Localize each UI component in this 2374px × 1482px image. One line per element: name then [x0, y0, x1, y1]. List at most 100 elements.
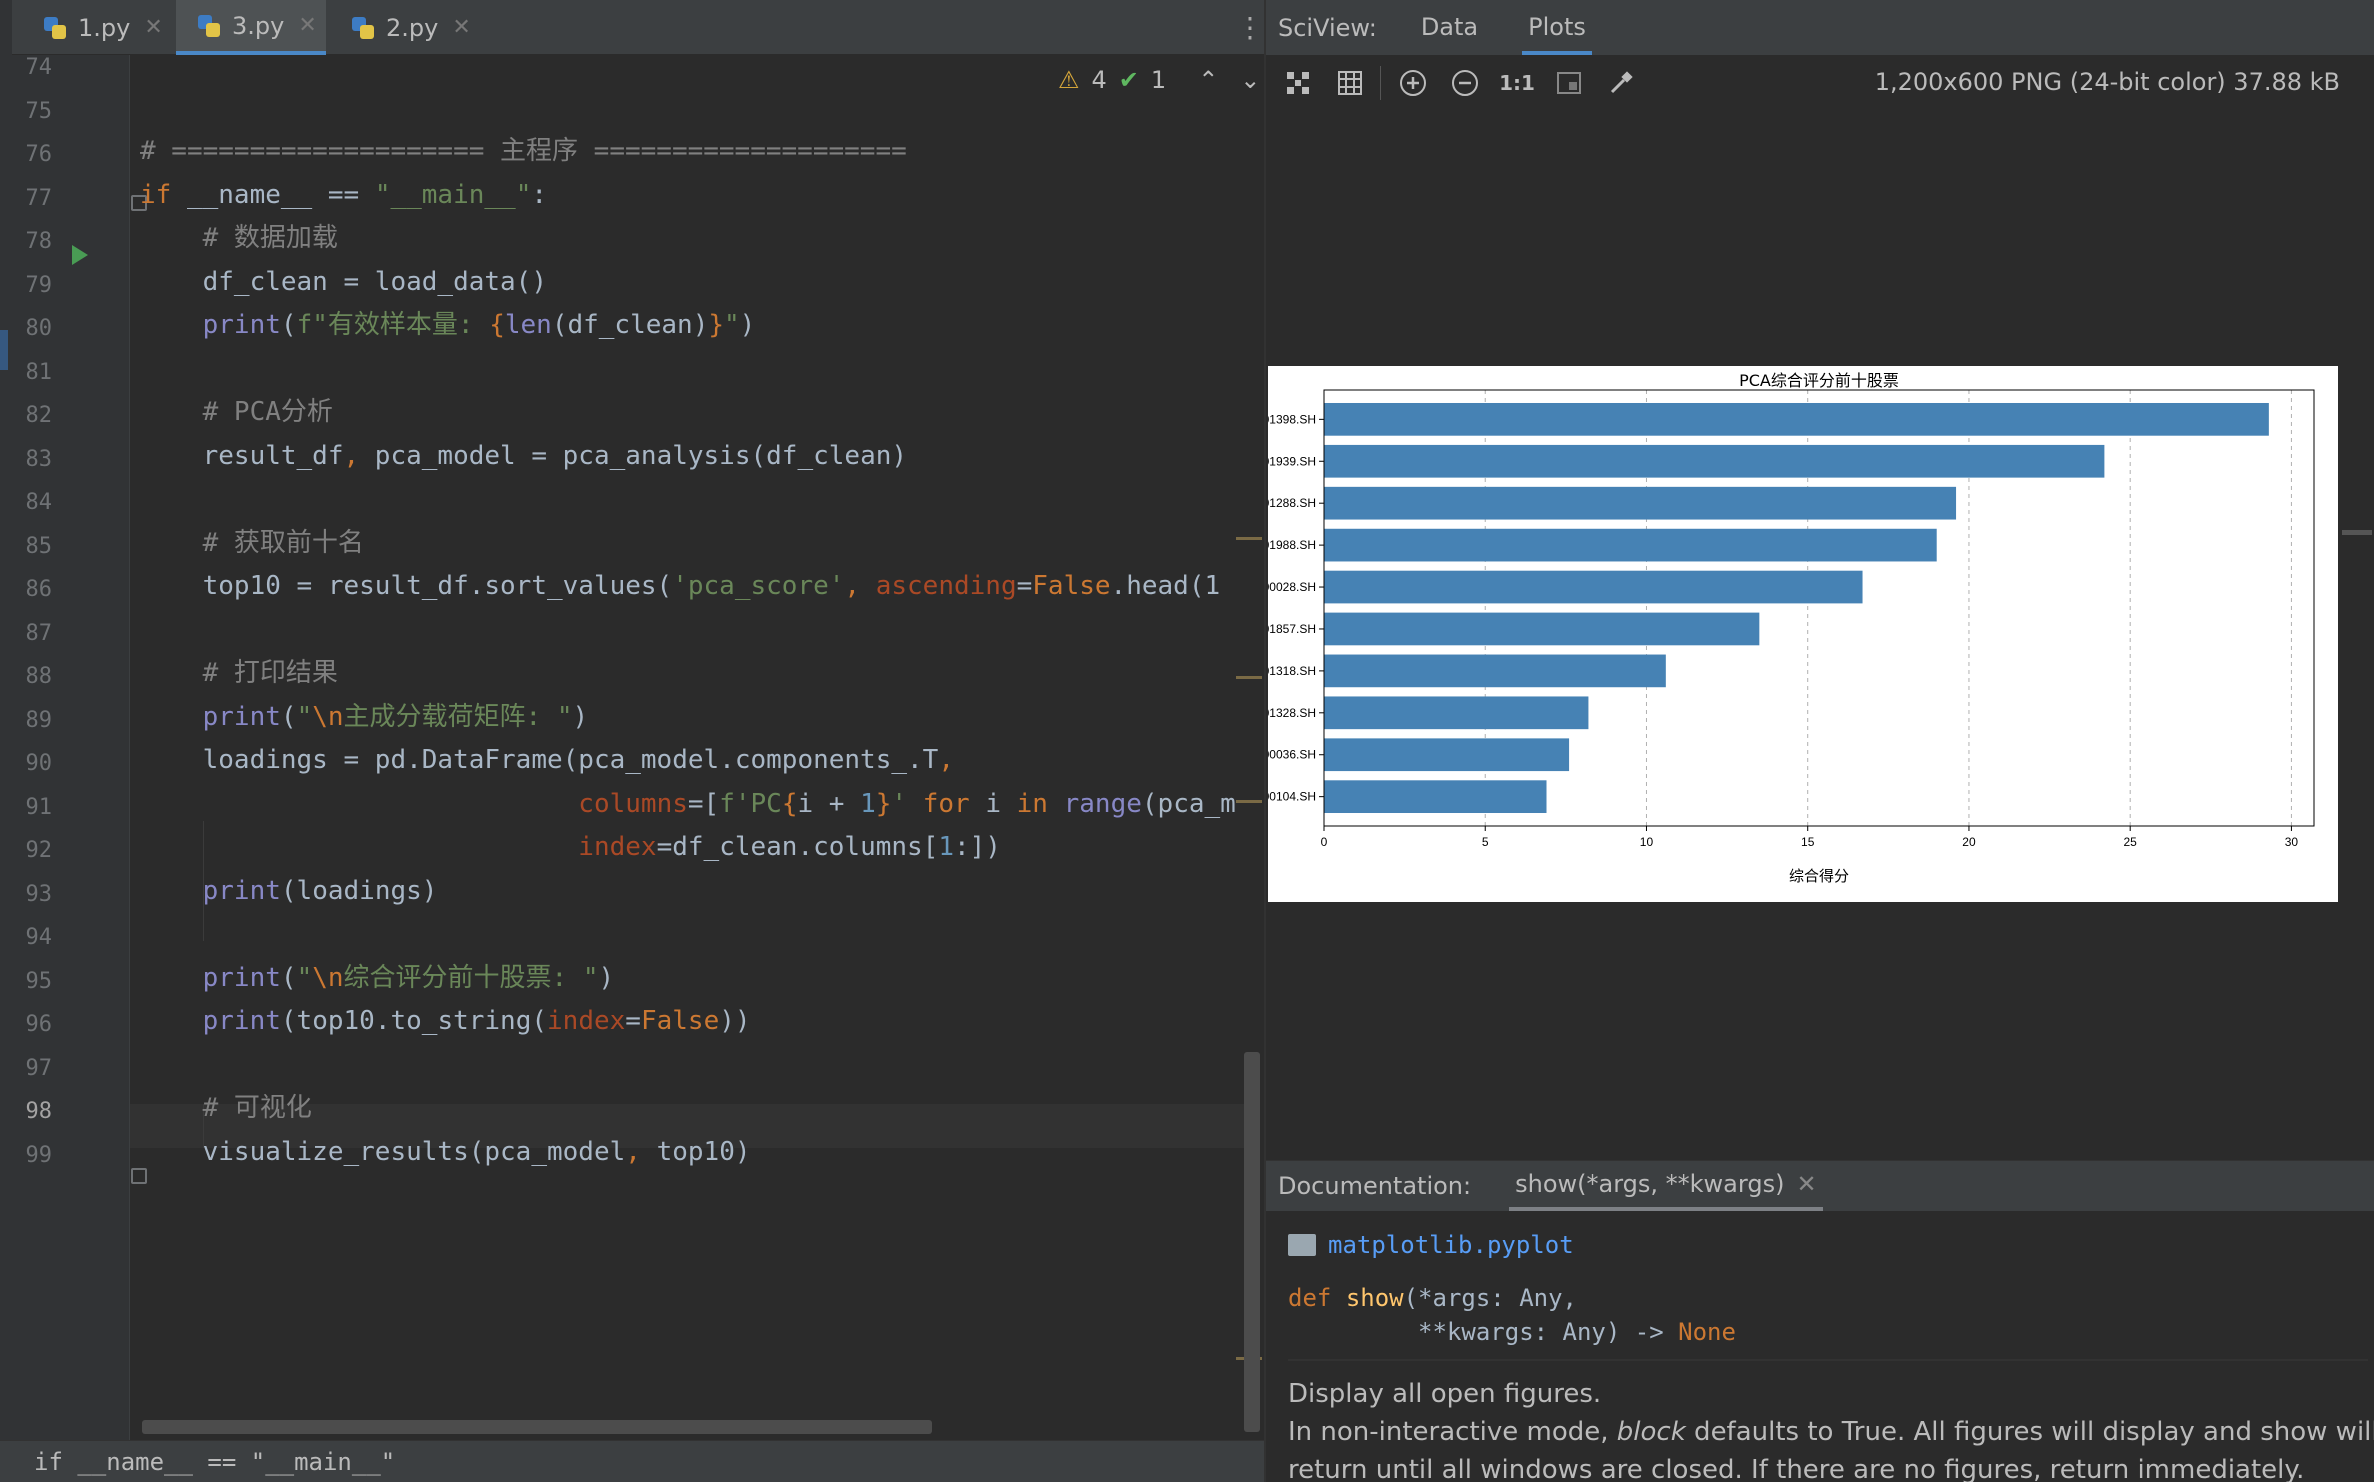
- zoom-out-icon[interactable]: [1445, 63, 1485, 103]
- line-number: 74: [25, 55, 53, 80]
- y-tick-label: 601857.SH: [1268, 622, 1316, 636]
- color-picker-icon[interactable]: [1601, 63, 1641, 103]
- code-line[interactable]: loadings = pd.DataFrame(pca_model.compon…: [140, 738, 954, 782]
- sig-def: def: [1288, 1284, 1332, 1312]
- y-tick-label: 600104.SH: [1268, 790, 1316, 804]
- code-line[interactable]: # PCA分析: [140, 390, 333, 434]
- documentation-panel: Documentation: show(*args, **kwargs) ✕ m…: [1264, 1160, 2374, 1482]
- line-number: 85: [25, 533, 53, 559]
- code-line[interactable]: index=df_clean.columns[1:]): [140, 825, 1001, 869]
- code-line[interactable]: # 获取前十名: [140, 521, 364, 565]
- inspection-widget[interactable]: ⚠ 4 ✔ 1 ⌃ ⌄: [1058, 66, 1260, 94]
- code-line[interactable]: print("\n主成分载荷矩阵: "): [140, 695, 589, 739]
- tab-label: 1.py: [78, 13, 131, 42]
- plot-image[interactable]: 601398.SH 601939.SH 601288.SH 601988.SH 6000…: [1256, 366, 2338, 902]
- tool-window-strip: [0, 0, 12, 1482]
- sciview-title: SciView:: [1278, 13, 1377, 42]
- x-tick-label: 30: [2285, 835, 2299, 849]
- line-number: 91: [25, 794, 53, 820]
- previous-highlight-icon[interactable]: ⌃: [1198, 66, 1218, 94]
- code-line[interactable]: if __name__ == "__main__":: [140, 173, 547, 217]
- line-number: 95: [25, 968, 53, 994]
- tab-plots[interactable]: Plots: [1522, 0, 1592, 55]
- close-icon[interactable]: ✕: [1796, 1161, 1816, 1209]
- code-line[interactable]: top10 = result_df.sort_values('pca_score…: [140, 564, 1221, 608]
- code-line[interactable]: print(f"有效样本量: {len(df_clean)}"): [140, 303, 756, 347]
- line-number: 84: [25, 490, 53, 515]
- line-number: 98: [25, 1099, 53, 1124]
- tab-2-py[interactable]: 2.py ✕: [330, 0, 480, 55]
- tab-data[interactable]: Data: [1415, 0, 1484, 55]
- more-tabs-icon[interactable]: ⋮: [1236, 12, 1264, 44]
- code-line[interactable]: # 数据加载: [140, 216, 338, 260]
- doc-module-link[interactable]: matplotlib.pyplot: [1288, 1231, 1574, 1259]
- actual-size-icon[interactable]: 1:1: [1497, 63, 1537, 103]
- x-tick-label: 15: [1801, 835, 1815, 849]
- code-line[interactable]: # 打印结果: [140, 651, 338, 695]
- x-tick-label: 20: [1962, 835, 1976, 849]
- code-area[interactable]: # ==================== 主程序 =============…: [130, 55, 1250, 1440]
- module-name: matplotlib.pyplot: [1328, 1231, 1574, 1259]
- error-stripe-mark[interactable]: [1236, 676, 1262, 679]
- tab-3-py[interactable]: 3.py ✕: [176, 0, 326, 55]
- tab-show-doc[interactable]: show(*args, **kwargs) ✕: [1509, 1161, 1823, 1211]
- code-line[interactable]: result_df, pca_model = pca_analysis(df_c…: [140, 434, 907, 478]
- doc-text: In non-interactive mode,: [1288, 1417, 1617, 1447]
- fit-icon[interactable]: [1278, 63, 1318, 103]
- x-tick-label: 25: [2124, 835, 2138, 849]
- code-line[interactable]: print(loadings): [140, 869, 438, 913]
- error-stripe-mark[interactable]: [1236, 800, 1262, 803]
- doc-summary: Display all open figures.: [1288, 1379, 1602, 1409]
- line-number: 82: [25, 403, 53, 428]
- grid-icon[interactable]: [1330, 63, 1370, 103]
- warning-count: 4: [1091, 66, 1107, 94]
- vertical-scrollbar[interactable]: [1244, 1052, 1260, 1432]
- doc-text: defaults to True. All figures will displ…: [1685, 1417, 2374, 1447]
- code-line[interactable]: df_clean = load_data(): [140, 260, 547, 304]
- error-stripe-mark[interactable]: [1236, 537, 1262, 540]
- line-number: 96: [25, 1012, 53, 1037]
- check-icon: ✔: [1118, 66, 1139, 94]
- doc-emphasis: block: [1616, 1417, 1686, 1447]
- code-line[interactable]: # ==================== 主程序 =============…: [140, 129, 907, 173]
- x-tick-label: 0: [1321, 835, 1328, 849]
- python-file-icon: [350, 15, 376, 41]
- code-line[interactable]: visualize_results(pca_model, top10): [140, 1130, 751, 1174]
- bar: [1324, 444, 2105, 478]
- close-icon[interactable]: ✕: [452, 15, 470, 40]
- code-line[interactable]: columns=[f'PC{i + 1}' for i in range(pca…: [140, 782, 1236, 826]
- tab-label: 3.py: [232, 11, 285, 40]
- code-line[interactable]: print("\n综合评分前十股票: "): [140, 956, 615, 1000]
- line-gutter[interactable]: 74 75 76 77 78 79 80 81 82 83 84 85 86 87 88 89 90 91 92 93…: [12, 55, 147, 1440]
- sig-name: show: [1345, 1284, 1404, 1312]
- breadcrumb[interactable]: if __name__ == "__main__": [0, 1440, 1264, 1482]
- bar: [1324, 402, 2269, 436]
- code-editor[interactable]: 1.py ✕ 3.py ✕ 2.py ✕ ⋮ 74 75 76 77 78 79 80 81 8…: [0, 0, 1264, 1482]
- bar: [1324, 696, 1589, 730]
- documentation-label: Documentation:: [1278, 1172, 1472, 1200]
- background-icon[interactable]: [1549, 63, 1589, 103]
- horizontal-scrollbar[interactable]: [142, 1420, 932, 1434]
- code-line[interactable]: # 可视化: [140, 1086, 312, 1130]
- bar-chart: 601398.SH 601939.SH 601288.SH 601988.SH 6000…: [1256, 371, 2315, 885]
- bar: [1324, 612, 1760, 646]
- y-tick-label: 601988.SH: [1268, 538, 1316, 552]
- line-number: 87: [25, 620, 53, 646]
- close-icon[interactable]: ✕: [298, 13, 316, 38]
- python-file-icon: [196, 13, 222, 39]
- bar: [1324, 570, 1863, 604]
- plot-scroll-marker[interactable]: [2342, 530, 2372, 535]
- bar: [1324, 780, 1547, 814]
- package-icon: [1288, 1234, 1316, 1256]
- run-icon[interactable]: [72, 245, 88, 265]
- line-number: 78: [25, 229, 53, 254]
- next-highlight-icon[interactable]: ⌄: [1240, 66, 1260, 94]
- zoom-in-icon[interactable]: [1393, 63, 1433, 103]
- code-line[interactable]: print(top10.to_string(index=False)): [140, 999, 751, 1043]
- line-number: 94: [25, 925, 53, 950]
- y-tick-label: 601288.SH: [1268, 496, 1316, 510]
- close-icon[interactable]: ✕: [144, 15, 162, 40]
- line-number: 93: [25, 881, 53, 907]
- sciview-tab-bar: SciView: Data Plots: [1266, 0, 2374, 55]
- bar: [1324, 486, 1957, 520]
